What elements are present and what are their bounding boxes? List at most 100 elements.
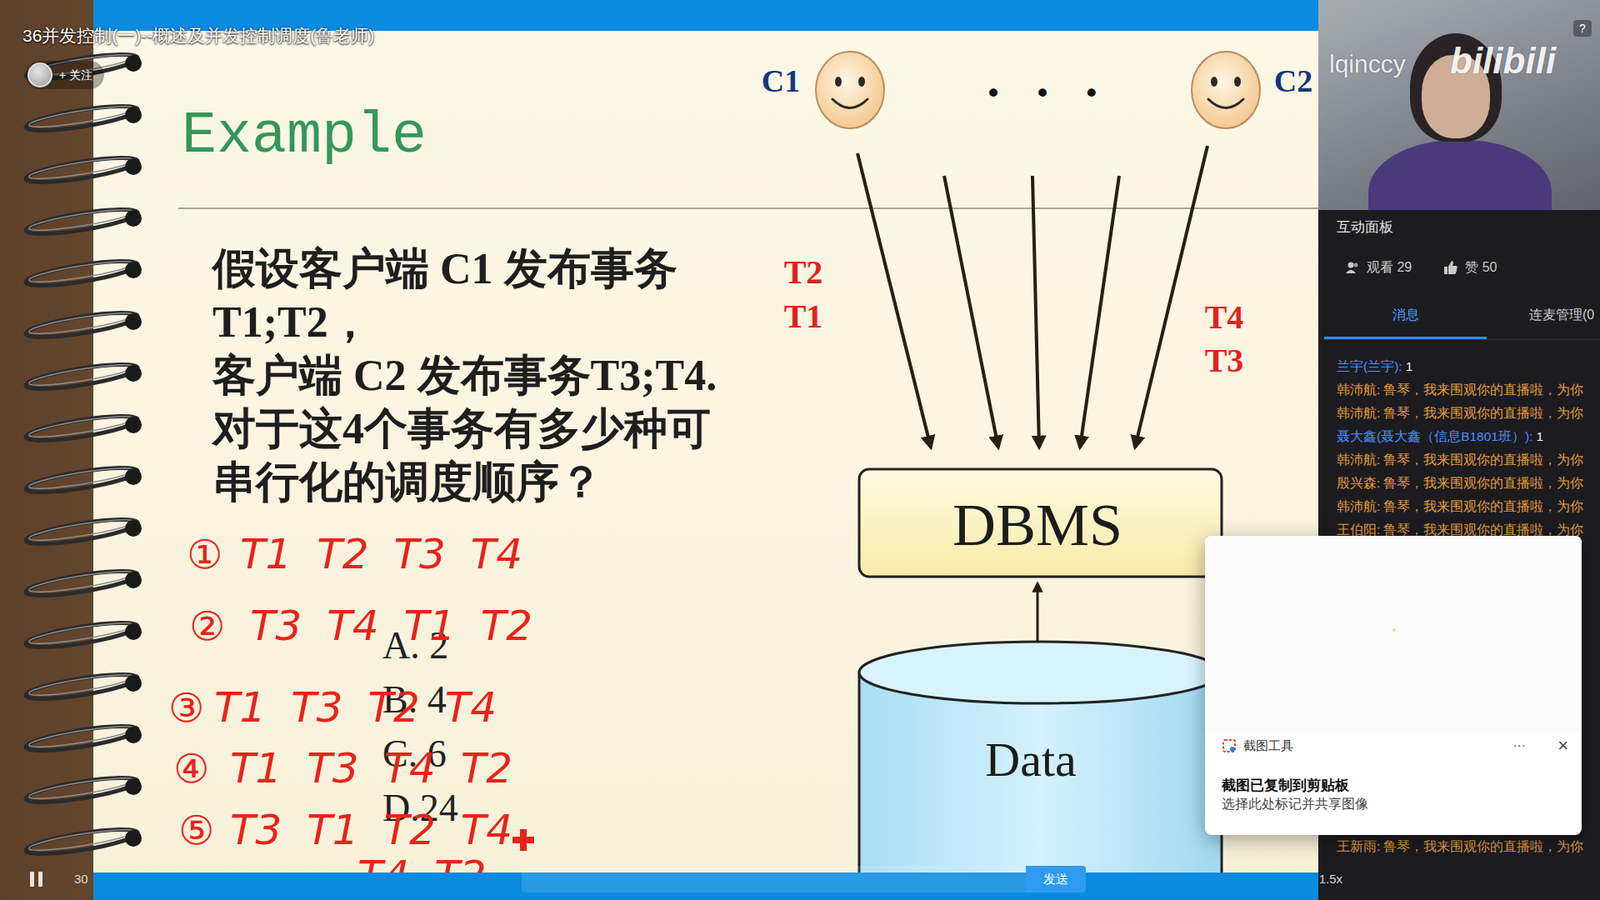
message-text: 1 — [1535, 429, 1544, 444]
app-name: 截图工具 — [1243, 736, 1294, 756]
panel-tab[interactable]: 消息 — [1324, 305, 1487, 340]
ink-order: T3 T1 T2 T4 — [230, 809, 513, 851]
dbms-label: DBMS — [952, 492, 1123, 559]
message-text: 鲁琴，我来围观你的直播啦，为你 — [1383, 452, 1584, 467]
panel-tab[interactable]: 连麦管理(0 — [1486, 305, 1600, 340]
panel-stats: 观看 29 赞 50 — [1318, 257, 1600, 278]
client-label: C2 — [1274, 64, 1313, 100]
ink-order: T1 T3 T2 T4 — [214, 686, 497, 729]
question-line: 对于这4个事务有多少种可 — [212, 402, 1319, 456]
ink-number: ① — [186, 534, 223, 575]
chat-message: 韩沛航:鲁琴，我来围观你的直播啦，为你 — [1318, 495, 1600, 519]
snip-notification[interactable]: 截图工具 ··· × 截图已复制到剪贴板选择此处标记并共享图像 — [1205, 535, 1582, 835]
follow-button[interactable]: + 关注 — [25, 60, 105, 90]
request-arrow-icon — [857, 145, 1208, 448]
pause-icon[interactable] — [30, 871, 43, 887]
message-author[interactable]: 王伯阳: — [1336, 522, 1380, 537]
snip-preview[interactable] — [1205, 535, 1582, 733]
pause-bar — [38, 871, 43, 887]
video-title: 36并发控制(一)--概述及并发控制调度(鲁老师) — [22, 22, 375, 50]
ink-number: ④ — [173, 748, 210, 789]
chat-message: 韩沛航:鲁琴，我来围观你的直播啦，为你 — [1318, 448, 1600, 472]
chat-message: 王新雨:鲁琴，我来围观你的直播啦，为你 — [1318, 835, 1600, 859]
pause-bar — [30, 871, 35, 887]
message-author[interactable]: 王新雨: — [1336, 839, 1380, 854]
client-label: C1 — [761, 64, 800, 100]
danmaku-input[interactable] — [521, 865, 1026, 893]
transaction-label: T2 — [784, 254, 824, 291]
ink-order: T4 T2 — [357, 855, 487, 897]
slide-heading: Example — [93, 30, 1319, 166]
viewers-icon — [1345, 260, 1360, 275]
bilibili-logo: bilibili — [1450, 33, 1556, 89]
data-label: Data — [985, 733, 1077, 787]
message-text: 鲁琴，我来围观你的直播啦，为你 — [1383, 382, 1584, 397]
message-author[interactable]: 韩沛航: — [1336, 382, 1380, 397]
panel-title: 互动面板 — [1318, 210, 1600, 238]
like-label[interactable]: 赞 50 — [1465, 257, 1497, 278]
snipping-tool-icon — [1221, 738, 1237, 754]
panel-tabs: 消息连麦管理(0 — [1324, 305, 1600, 340]
question-line: T1;T2， — [212, 295, 1319, 350]
chat-message: 殷兴森:鲁琴，我来围观你的直播啦，为你 — [1318, 471, 1600, 495]
ink-order: T3 T4 T1 T2 — [250, 605, 533, 647]
speed-button[interactable]: 1.5x — [1319, 870, 1343, 890]
chat-message: 聂大鑫(聂大鑫（信息B1801班）):1 — [1318, 425, 1600, 449]
ink-number: ② — [189, 605, 225, 646]
transaction-label: T3 — [1205, 342, 1245, 380]
slide: Example 假设客户端 C1 发布事务T1;T2，客户端 C2 发布事务T3… — [93, 0, 1319, 900]
viewer-label: 观看 29 — [1366, 257, 1412, 278]
avatar-icon[interactable] — [27, 62, 53, 88]
viewer-count: 观看 29 — [1345, 257, 1412, 278]
chat-message: 兰宇(兰宇):1 — [1318, 355, 1600, 379]
preview-dot — [1392, 628, 1396, 632]
play-time: 30 — [74, 870, 89, 890]
send-button[interactable]: 发送 — [1025, 865, 1086, 893]
notification-title[interactable]: 截图已复制到剪贴板 — [1221, 776, 1582, 795]
thumbs-up-icon[interactable] — [1443, 260, 1459, 275]
help-button[interactable]: ? — [1573, 20, 1592, 37]
transaction-label: T4 — [1205, 299, 1245, 336]
presenter-body — [1368, 140, 1552, 210]
message-author[interactable]: 韩沛航: — [1336, 405, 1380, 420]
message-author[interactable]: 韩沛航: — [1336, 452, 1380, 467]
message-author[interactable]: 韩沛航: — [1336, 499, 1380, 514]
message-text: 鲁琴，我来围观你的直播啦，为你 — [1383, 522, 1584, 537]
screen: Example 假设客户端 C1 发布事务T1;T2，客户端 C2 发布事务T3… — [0, 0, 1600, 900]
user-watermark: lqinccy — [1329, 45, 1406, 83]
pen-cursor-icon — [512, 829, 535, 851]
player-bar: 30 发送 1.5x — [0, 858, 1600, 900]
database-icon — [859, 641, 1222, 873]
chat-message: 韩沛航:鲁琴，我来围观你的直播啦，为你 — [1318, 378, 1600, 402]
video-stage[interactable]: Example 假设客户端 C1 发布事务T1;T2，客户端 C2 发布事务T3… — [0, 0, 1319, 900]
message-text: 鲁琴，我来围观你的直播啦，为你 — [1383, 839, 1584, 854]
ellipsis: • • • — [985, 78, 1100, 110]
chat-message: 韩沛航:鲁琴，我来围观你的直播啦，为你 — [1318, 401, 1600, 425]
message-text: 1 — [1405, 359, 1414, 374]
ink-order: T1 T2 T3 T4 — [240, 533, 523, 575]
slide-rule — [178, 207, 1319, 210]
ink-number: ③ — [168, 687, 205, 728]
ink-order: T1 T3 T4 T2 — [230, 747, 513, 790]
dbms-box — [859, 469, 1222, 577]
transaction-label: T1 — [784, 298, 824, 335]
client-icon — [815, 51, 885, 129]
diagram — [93, 30, 1319, 873]
message-author[interactable]: 殷兴森: — [1336, 475, 1380, 490]
message-text: 鲁琴，我来围观你的直播啦，为你 — [1383, 499, 1584, 514]
message-list: 兰宇(兰宇):1韩沛航:鲁琴，我来围观你的直播啦，为你韩沛航:鲁琴，我来围观你的… — [1318, 355, 1600, 542]
like-count[interactable]: 赞 50 — [1443, 257, 1497, 278]
webcam-video: lqinccy bilibili? — [1318, 0, 1600, 210]
message-author[interactable]: 兰宇(兰宇): — [1336, 359, 1403, 374]
snip-header: 截图工具 ··· × — [1205, 732, 1582, 760]
message-author[interactable]: 聂大鑫(聂大鑫（信息B1801班）): — [1336, 429, 1533, 444]
message-text: 鲁琴，我来围观你的直播啦，为你 — [1383, 405, 1584, 420]
client-icon — [1191, 51, 1260, 129]
close-button[interactable]: × — [1557, 736, 1569, 755]
ink-number: ⑤ — [178, 810, 215, 850]
message-text: 鲁琴，我来围观你的直播啦，为你 — [1383, 475, 1584, 490]
more-button[interactable]: ··· — [1512, 735, 1526, 756]
question-line: 假设客户端 C1 发布事务 — [212, 242, 1319, 296]
notification-body[interactable]: 选择此处标记并共享图像 — [1221, 795, 1582, 814]
follow-label[interactable]: + 关注 — [59, 66, 93, 85]
